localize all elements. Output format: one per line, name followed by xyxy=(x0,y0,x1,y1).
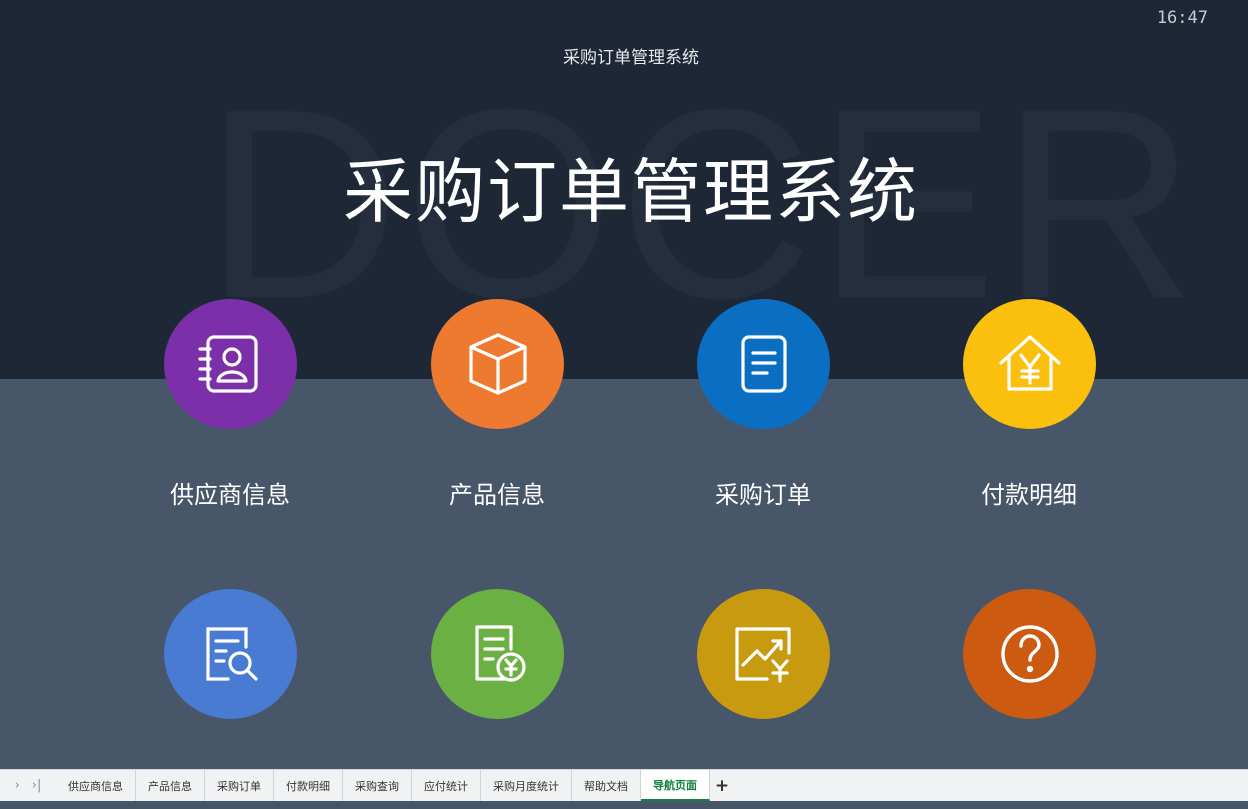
last-sheet-icon[interactable]: ›| xyxy=(32,778,42,793)
nav-label: 供应商信息 xyxy=(170,481,290,509)
document-money-icon xyxy=(474,625,526,682)
trend-chart-icon xyxy=(734,627,791,683)
nav-circle[interactable] xyxy=(431,299,564,429)
sheet-tab[interactable]: 采购订单 xyxy=(205,770,274,801)
nav-label: 采购订单 xyxy=(715,481,811,509)
sheet-tab-bar: › ›| 供应商信息 产品信息 采购订单 付款明细 采购查询 应付统计 采购月度… xyxy=(0,769,1248,801)
nav-circle[interactable] xyxy=(963,589,1096,719)
sheet-tab[interactable]: 应付统计 xyxy=(412,770,481,801)
sheet-tab[interactable]: 采购查询 xyxy=(343,770,412,801)
nav-label: 付款明细 xyxy=(981,481,1077,509)
nav-circle[interactable] xyxy=(164,299,297,429)
nav-payment-details[interactable]: 付款明细 xyxy=(929,299,1129,519)
nav-circle[interactable] xyxy=(697,589,830,719)
sheet-tab-active[interactable]: 导航页面 xyxy=(641,770,710,801)
window-title: 采购订单管理系统 xyxy=(563,48,699,68)
sheet-tab[interactable]: 付款明细 xyxy=(274,770,343,801)
nav-product-info[interactable]: 产品信息 xyxy=(397,299,597,519)
sheet-tab[interactable]: 产品信息 xyxy=(136,770,205,801)
nav-purchase-order[interactable]: 采购订单 xyxy=(663,299,863,519)
nav-label: 产品信息 xyxy=(449,481,545,509)
order-document-icon xyxy=(740,335,787,393)
sheet-tab[interactable]: 采购月度统计 xyxy=(481,770,572,801)
nav-circle[interactable] xyxy=(697,299,830,429)
add-sheet-button[interactable]: + xyxy=(710,770,734,801)
nav-circle[interactable] xyxy=(431,589,564,719)
sheet-tab[interactable]: 帮助文档 xyxy=(572,770,641,801)
nav-circle[interactable] xyxy=(164,589,297,719)
payment-house-icon xyxy=(998,335,1061,391)
question-icon xyxy=(1000,625,1059,683)
supplier-card-icon xyxy=(197,335,258,393)
prev-sheet-icon[interactable]: › xyxy=(15,778,20,793)
sheet-nav-arrows[interactable]: › ›| xyxy=(0,770,56,801)
sheet-tab[interactable]: 供应商信息 xyxy=(56,770,136,801)
nav-supplier-info[interactable]: 供应商信息 xyxy=(130,299,330,519)
document-search-icon xyxy=(205,627,258,681)
nav-circle[interactable] xyxy=(963,299,1096,429)
product-box-icon xyxy=(468,333,527,395)
clock: 16:47 xyxy=(1156,8,1208,28)
page-title: 采购订单管理系统 xyxy=(343,151,919,233)
